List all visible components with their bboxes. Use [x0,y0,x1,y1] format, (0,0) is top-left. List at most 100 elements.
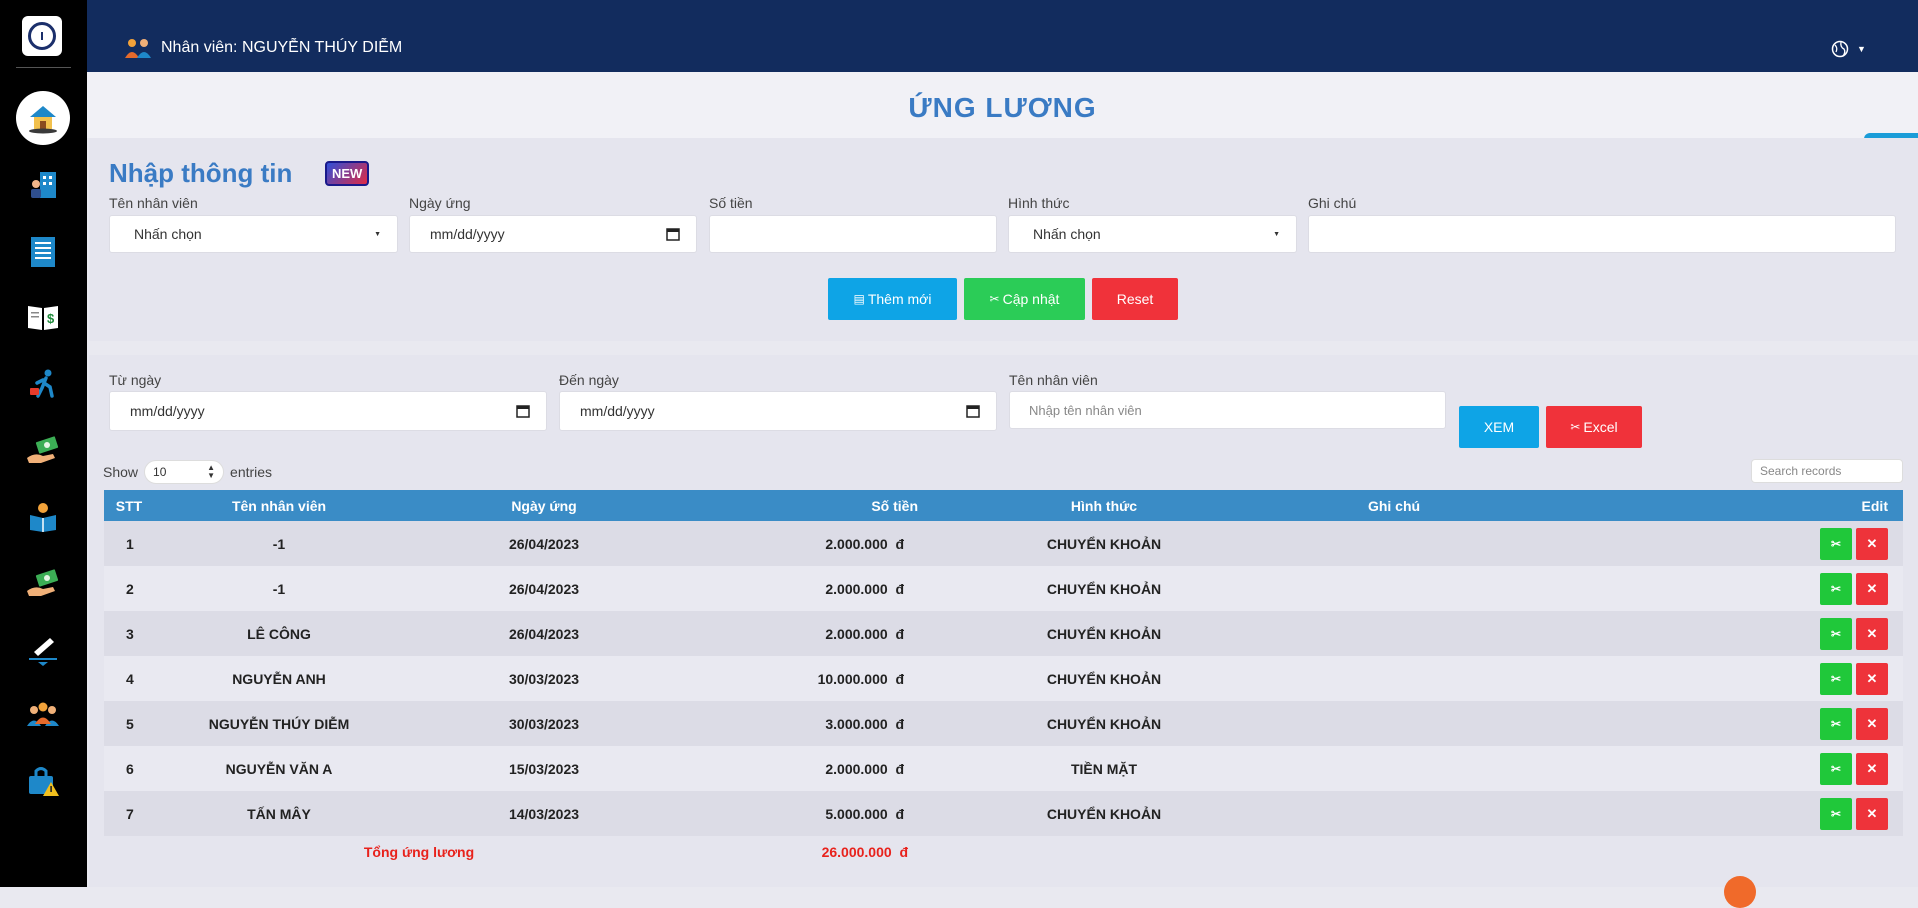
total-row: Tổng ứng lương 26.000.000 đ [104,836,1903,868]
col-note[interactable]: Ghi chú [1244,490,1544,521]
table-body: 1 -1 26/04/2023 2.000.000 đ CHUYỂN KHOẢN… [104,521,1903,836]
user-label: Nhân viên: NGUYỄN THÚY DIỄM [161,39,403,56]
edit-row-button[interactable]: ✂ [1820,572,1852,605]
col-stt[interactable]: STT [104,490,154,521]
edit-row-button[interactable]: ✂ [1820,617,1852,650]
method-label: Hình thức [1008,195,1070,211]
sidebar-item-security[interactable] [22,760,64,802]
col-advance-date[interactable]: Ngày ứng [404,490,684,521]
sidebar-item-staff[interactable] [22,694,64,736]
cell-method: CHUYỂN KHOẢN [964,611,1244,656]
search-records-placeholder: Search records [1760,464,1842,478]
close-icon: ✕ [1866,535,1878,551]
language-menu[interactable]: ▼ [1831,40,1866,58]
delete-row-button[interactable]: ✕ [1856,572,1888,605]
sidebar-item-contract[interactable] [22,628,64,670]
sidebar-item-documents[interactable] [22,231,64,273]
edit-row-button[interactable]: ✂ [1820,797,1852,830]
note-input[interactable] [1308,215,1896,253]
edit-icon: ✂ [1830,536,1842,551]
update-button-label: Cập nhật [1002,291,1060,307]
person-walking-icon [30,369,54,398]
currency-symbol: đ [895,805,904,822]
edit-row-button[interactable]: ✂ [1820,662,1852,695]
sidebar-item-training[interactable] [22,496,64,538]
col-method[interactable]: Hình thức [964,490,1244,521]
reset-button[interactable]: Reset [1092,278,1178,320]
employee-select-value: Nhấn chọn [134,226,202,242]
delete-row-button[interactable]: ✕ [1856,662,1888,695]
col-amount[interactable]: Số tiền [684,490,964,521]
col-employee-name[interactable]: Tên nhân viên [154,490,404,521]
edit-icon: ✂ [1830,581,1842,596]
cash-hand-icon [27,569,59,596]
col-edit[interactable]: Edit [1544,490,1903,521]
cell-note [1244,521,1544,566]
table-header-row: STT Tên nhân viên Ngày ứng Số tiền Hình … [104,490,1903,521]
list-panel: Từ ngày mm/dd/yyyy Đến ngày mm/dd/yyyy T… [89,355,1918,887]
total-label: Tổng ứng lương [154,836,684,868]
title-band: ỨNG LƯƠNG [87,72,1918,138]
table-row: 4 NGUYỄN ANH 30/03/2023 10.000.000 đ CHU… [104,656,1903,701]
filter-employee-input[interactable]: Nhập tên nhân viên [1009,391,1446,429]
top-bar: Nhân viên: NGUYỄN THÚY DIỄM ▼ [87,0,1918,72]
add-button[interactable]: ▤ Thêm mới [828,278,957,320]
delete-row-button[interactable]: ✕ [1856,707,1888,740]
page-length-select[interactable]: 10 ▲ ▼ [144,460,225,484]
method-select[interactable]: Nhấn chọn ▼ [1008,215,1297,253]
from-date-input[interactable]: mm/dd/yyyy [109,391,547,431]
show-label: Show [103,464,139,480]
delete-row-button[interactable]: ✕ [1856,617,1888,650]
caret-down-icon: ▼ [1857,44,1866,54]
sidebar-item-payroll[interactable]: $ [22,296,64,338]
home-icon [29,106,57,134]
app-logo[interactable] [22,16,62,56]
delete-row-button[interactable]: ✕ [1856,752,1888,785]
form-title: Nhập thông tin [109,158,293,188]
cell-advance-date: 26/04/2023 [404,521,684,566]
cell-amount: 3.000.000 đ [684,701,964,746]
amount-input[interactable] [709,215,997,253]
cell-actions: ✂ ✕ [1544,611,1903,656]
method-select-value: Nhấn chọn [1033,226,1101,242]
to-date-input[interactable]: mm/dd/yyyy [559,391,997,431]
sidebar-item-home[interactable] [16,91,70,145]
cell-method: TIỀN MẶT [964,746,1244,791]
close-icon: ✕ [1866,760,1878,776]
close-icon: ✕ [1866,580,1878,596]
chat-bubble[interactable] [1724,876,1756,908]
cell-stt: 7 [104,791,154,836]
edit-row-button[interactable]: ✂ [1820,527,1852,560]
amount-value: 2.000.000 [825,625,888,642]
cell-stt: 1 [104,521,154,566]
excel-button[interactable]: ✂ Excel [1546,406,1642,448]
sidebar-item-advance[interactable] [22,563,64,605]
delete-row-button[interactable]: ✕ [1856,527,1888,560]
sidebar-item-salary[interactable] [22,430,64,472]
cell-amount: 5.000.000 đ [684,791,964,836]
total-amount-cell: 26.000.000 đ [684,836,964,868]
edit-row-button[interactable]: ✂ [1820,752,1852,785]
delete-row-button[interactable]: ✕ [1856,797,1888,830]
search-records-input[interactable]: Search records [1751,459,1903,483]
employee-select[interactable]: Nhấn chọn ▼ [109,215,398,253]
sidebar-item-leave[interactable] [22,362,64,404]
view-button[interactable]: XEM [1459,406,1539,448]
advance-date-label: Ngày ứng [409,195,471,211]
cell-actions: ✂ ✕ [1544,656,1903,701]
cell-actions: ✂ ✕ [1544,746,1903,791]
edit-icon: ✂ [1830,761,1842,776]
briefcase-warning-icon [29,767,59,796]
update-button[interactable]: ✂ Cập nhật [964,278,1085,320]
advance-date-input[interactable]: mm/dd/yyyy [409,215,697,253]
cell-employee-name: NGUYỄN VĂN A [154,746,404,791]
close-icon: ✕ [1866,805,1878,821]
sidebar-item-office[interactable] [22,164,64,206]
edit-row-button[interactable]: ✂ [1820,707,1852,740]
svg-text:$: $ [47,311,55,326]
amount-value: 2.000.000 [825,760,888,777]
filter-employee-label: Tên nhân viên [1009,372,1098,388]
currency-symbol: đ [895,670,904,687]
currency-symbol: đ [895,715,904,732]
tools-icon: ✂ [1570,420,1581,434]
